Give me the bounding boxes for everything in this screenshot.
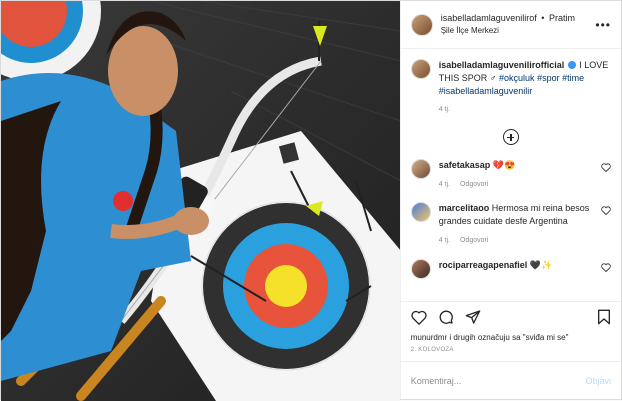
caption-time[interactable]: 4 tj. (439, 106, 450, 113)
load-more-comments-icon[interactable] (502, 129, 519, 146)
share-icon[interactable] (465, 309, 481, 325)
commenter-avatar[interactable] (410, 258, 431, 279)
verified-badge-icon (567, 61, 576, 69)
post-header: isabelladamlaguvenilirof • Pratim Şile İ… (400, 1, 621, 49)
commenter-username[interactable]: rociparreagapenafiel (439, 260, 528, 270)
post-location[interactable]: Şile İlçe Merkezi (441, 26, 588, 36)
header-separator: • (541, 13, 545, 24)
bookmark-icon[interactable] (597, 309, 611, 325)
comment-item: rociparreagapenafiel 🖤✨ (410, 258, 611, 279)
post-comment-button[interactable]: Objavi (585, 376, 611, 386)
comment-time[interactable]: 4 tj. (439, 236, 450, 246)
post-sidebar: isabelladamlaguvenilirof • Pratim Şile İ… (399, 1, 621, 399)
instagram-post: isabelladamlaguvenilirof • Pratim Şile İ… (0, 0, 622, 401)
header-text: isabelladamlaguvenilirof • Pratim Şile İ… (441, 13, 588, 35)
caption-avatar[interactable] (410, 59, 431, 79)
heart-icon[interactable] (411, 310, 427, 325)
author-avatar[interactable] (410, 13, 433, 36)
caption-username[interactable]: isabelladamlaguvenilirofficial (439, 60, 565, 70)
comment-text: 💔😍 (492, 160, 516, 171)
comments-panel[interactable]: isabelladamlaguvenilirofficial I LOVE TH… (401, 49, 621, 301)
add-comment-bar: Komentiraj... Objavi (400, 361, 621, 399)
male-sign-icon: ♂ (489, 73, 497, 84)
caption-meta: 4 tj. (439, 106, 611, 113)
comment-text: 🖤✨ (529, 259, 553, 270)
comment-item: safetakasap 💔😍 4 tj. Odgovori (410, 159, 611, 190)
hashtag[interactable]: #time (562, 73, 584, 83)
comment-time[interactable]: 4 tj. (439, 180, 450, 190)
post-photo[interactable] (1, 1, 400, 401)
like-comment-heart-icon[interactable] (601, 206, 611, 216)
comment-item: marcelitaoo Hermosa mi reina besos grand… (410, 202, 611, 246)
hashtag[interactable]: #isabelladamlaguvenilir (439, 86, 533, 96)
hashtag[interactable]: #okçuluk (499, 73, 535, 83)
commenter-avatar[interactable] (410, 202, 431, 223)
author-username[interactable]: isabelladamlaguvenilirof (441, 13, 537, 23)
action-bar (400, 300, 621, 333)
commenter-avatar[interactable] (410, 159, 431, 180)
reply-button[interactable]: Odgovori (460, 180, 488, 190)
like-comment-heart-icon[interactable] (601, 263, 611, 272)
caption-text: isabelladamlaguvenilirofficial I LOVE TH… (439, 59, 611, 98)
likes-summary[interactable]: munurdmr i drugih označuju sa "sviđa mi … (401, 333, 621, 343)
commenter-username[interactable]: safetakasap (439, 160, 491, 170)
comment-input[interactable]: Komentiraj... (411, 376, 586, 386)
archery-photo (1, 1, 400, 401)
follow-button[interactable]: Pratim (549, 13, 575, 23)
reply-button[interactable]: Odgovori (460, 236, 488, 246)
like-comment-heart-icon[interactable] (601, 163, 611, 173)
hashtag[interactable]: #spor (537, 73, 560, 83)
post-date[interactable]: 2. KOLOVOZA (401, 343, 621, 361)
commenter-username[interactable]: marcelitaoo (439, 203, 490, 213)
caption: isabelladamlaguvenilirofficial I LOVE TH… (410, 59, 611, 113)
more-horizontal-icon[interactable]: ••• (595, 18, 611, 32)
comment-icon[interactable] (438, 309, 454, 325)
